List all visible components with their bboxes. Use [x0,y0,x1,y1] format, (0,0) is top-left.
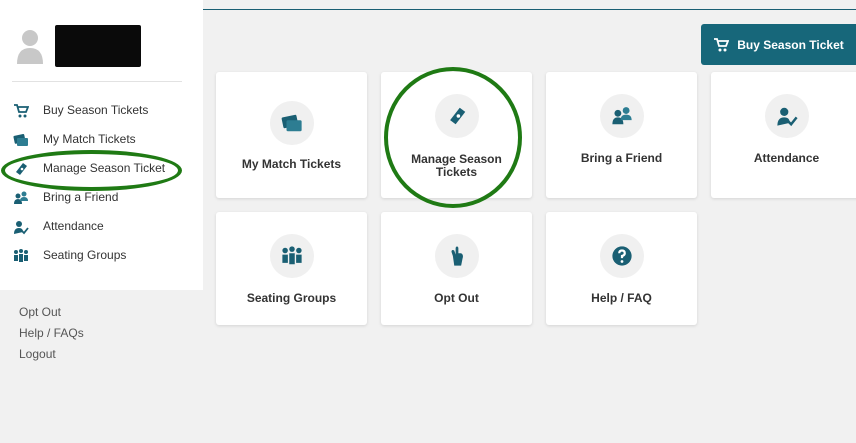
sidebar-item-bring-a-friend[interactable]: Bring a Friend [0,183,203,212]
friends-icon [14,191,28,204]
card-icon-circle [599,234,644,278]
card-title: Opt Out [434,291,479,305]
ticket-stub-icon [16,163,27,175]
attendance-icon [14,221,29,235]
card-opt-out[interactable]: Opt Out [381,212,532,325]
card-seating-groups[interactable]: Seating Groups [216,212,367,325]
seating-group-icon [14,249,28,262]
logout-link[interactable]: Logout [19,344,84,365]
seating-group-icon [281,246,302,265]
hand-icon [451,246,463,266]
cart-icon [14,104,29,118]
sidebar-item-attendance[interactable]: Attendance [0,212,203,241]
card-icon-circle [764,94,809,138]
buy-season-ticket-button[interactable]: Buy Season Ticket [701,24,856,65]
tickets-icon [281,114,302,132]
card-icon-circle [599,94,644,138]
card-help-faq[interactable]: Help / FAQ [546,212,697,325]
attendance-icon [776,107,798,127]
redacted-user-name [55,25,141,67]
sidebar-item-label: My Match Tickets [43,132,136,146]
ticket-stub-icon [449,107,465,125]
card-my-match-tickets[interactable]: My Match Tickets [216,72,367,198]
avatar-icon [17,30,43,64]
sidebar-bottom-links: Opt Out Help / FAQs Logout [19,302,84,365]
help-icon [611,246,632,266]
card-title: Help / FAQ [591,291,652,305]
help-faqs-link[interactable]: Help / FAQs [19,323,84,344]
card-title: Seating Groups [246,291,337,305]
sidebar-panel: Buy Season Tickets My Match Tickets Mana… [0,0,203,290]
opt-out-link[interactable]: Opt Out [19,302,84,323]
sidebar-nav: Buy Season Tickets My Match Tickets Mana… [0,96,203,270]
sidebar-item-label: Attendance [43,219,104,233]
card-icon-circle [269,101,314,145]
card-title: My Match Tickets [241,157,342,171]
card-title: Attendance [753,151,820,165]
friends-icon [611,107,632,125]
card-icon-circle [269,234,314,278]
sidebar-item-seating-groups[interactable]: Seating Groups [0,241,203,270]
card-title: Manage Season Tickets [411,152,502,179]
card-manage-season-tickets[interactable]: Manage Season Tickets [381,72,532,198]
card-icon-circle [434,234,479,278]
sidebar: Buy Season Tickets My Match Tickets Mana… [0,0,203,443]
sidebar-item-label: Bring a Friend [43,190,119,204]
sidebar-item-label: Manage Season Ticket [43,161,166,175]
divider [12,81,182,82]
sidebar-item-my-match-tickets[interactable]: My Match Tickets [0,125,203,154]
cart-icon [714,37,730,51]
buy-button-label: Buy Season Ticket [737,37,844,52]
sidebar-item-buy-season-tickets[interactable]: Buy Season Tickets [0,96,203,125]
card-attendance[interactable]: Attendance [711,72,856,198]
card-title: Bring a Friend [580,151,663,165]
sidebar-item-manage-season-ticket[interactable]: Manage Season Ticket [0,154,203,183]
header-rule [203,9,856,10]
sidebar-item-label: Seating Groups [43,248,127,262]
tickets-icon [13,134,28,146]
card-icon-circle [434,94,479,138]
sidebar-item-label: Buy Season Tickets [43,103,149,117]
card-bring-a-friend[interactable]: Bring a Friend [546,72,697,198]
